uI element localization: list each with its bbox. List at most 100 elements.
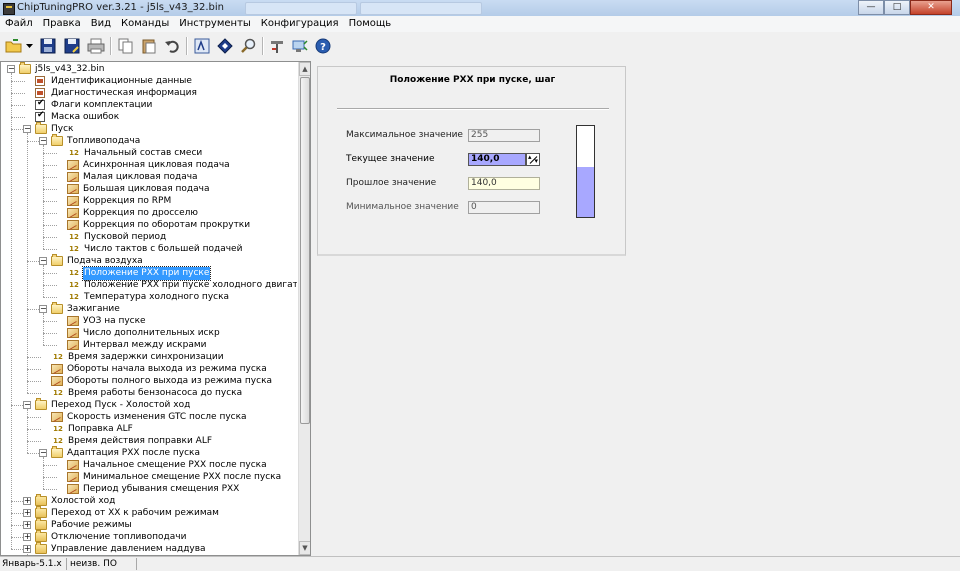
tree-item[interactable]: − Пуск (1, 122, 297, 136)
window-title: ChipTuningPRO ver.3.21 - j5ls_v43_32.bin (17, 2, 225, 13)
menu-edit[interactable]: Правка (38, 16, 86, 32)
table-map-icon (67, 208, 79, 218)
search-icon[interactable] (238, 36, 258, 56)
editor-pane: Положение РХХ при пуске, шаг Максимально… (312, 61, 960, 556)
menu-help[interactable]: Помощь (344, 16, 397, 32)
background-window-tab (360, 2, 482, 15)
table-map-icon (51, 364, 63, 374)
tree-connector (43, 465, 57, 466)
paste-icon[interactable] (139, 36, 159, 56)
tree-item[interactable]: 12 Число тактов с большей подачей (1, 244, 297, 256)
collapse-icon[interactable]: − (39, 257, 47, 265)
table-map-icon (51, 412, 63, 422)
minimize-button[interactable]: — (858, 0, 884, 15)
tree-connector (27, 393, 41, 394)
tree-item[interactable]: Скорость изменения GTC после пуска (1, 412, 297, 424)
tree-connector (43, 345, 57, 346)
tree-connector (43, 189, 57, 190)
undo-icon[interactable] (162, 36, 182, 56)
tree-connector (43, 201, 57, 202)
tree-connector (43, 153, 57, 154)
value-gauge (576, 125, 595, 218)
open-folder-icon[interactable] (4, 36, 24, 56)
tree-item[interactable]: − Зажигание (1, 302, 297, 316)
save-icon[interactable] (38, 36, 58, 56)
tree-item[interactable]: Период убывания смещения РХХ (1, 484, 297, 496)
document-icon (35, 76, 45, 86)
toolbar-separator (110, 37, 112, 55)
collapse-icon[interactable]: − (23, 401, 31, 409)
close-button[interactable]: ✕ (910, 0, 952, 15)
document-icon (35, 88, 45, 98)
numeric-value-icon: 12 (53, 437, 63, 445)
menu-view[interactable]: Вид (86, 16, 116, 32)
expand-icon[interactable]: + (23, 497, 31, 505)
spin-down-icon[interactable]: ▾ (534, 158, 538, 165)
connect-icon[interactable] (290, 36, 310, 56)
help-icon[interactable]: ? (313, 36, 333, 56)
tree-item[interactable]: 12 Температура холодного пуска (1, 292, 297, 304)
expand-icon[interactable]: + (23, 545, 31, 553)
tree-view: − j5ls_v43_32.bin Идентификационные данные… (1, 62, 297, 555)
numeric-value-icon: 12 (53, 353, 63, 361)
table-map-icon (67, 472, 79, 482)
numeric-value-icon: 12 (69, 269, 79, 277)
collapse-icon[interactable]: − (39, 305, 47, 313)
collapse-icon[interactable]: − (39, 449, 47, 457)
tree-connector (43, 333, 57, 334)
folder-icon (35, 542, 47, 554)
copy-icon[interactable] (116, 36, 136, 56)
navigate-icon[interactable] (215, 36, 235, 56)
numeric-value-icon: 12 (53, 389, 63, 397)
tree-connector (43, 297, 57, 298)
tree-connector (27, 381, 41, 382)
tree-connector (43, 213, 57, 214)
scroll-down-arrow-icon[interactable]: ▼ (299, 541, 310, 555)
menu-commands[interactable]: Команды (116, 16, 174, 32)
save-as-icon[interactable] (62, 36, 82, 56)
toolbar: ? (0, 32, 960, 60)
max-value-field: 255 (468, 129, 540, 142)
calculator-icon[interactable] (192, 36, 212, 56)
collapse-icon[interactable]: − (7, 65, 15, 73)
menu-tools[interactable]: Инструменты (174, 16, 256, 32)
value-spinner[interactable]: ▴ ▾ (526, 153, 540, 166)
dropdown-arrow-icon[interactable] (24, 36, 36, 56)
maximize-button[interactable]: □ (884, 0, 910, 15)
tree-connector (43, 285, 57, 286)
tools-icon[interactable] (267, 36, 287, 56)
tree-connector (27, 417, 41, 418)
current-value-label: Текущее значение (346, 154, 435, 164)
previous-value-field: 140,0 (468, 177, 540, 190)
numeric-value-icon: 12 (69, 293, 79, 301)
folder-open-icon (51, 302, 63, 314)
expand-icon[interactable]: + (23, 509, 31, 517)
folder-open-icon (35, 122, 47, 134)
expand-icon[interactable]: + (23, 521, 31, 529)
status-firmware: Январь-5.1.x (0, 558, 67, 570)
status-bar: Январь-5.1.x неизв. ПО (0, 556, 960, 571)
scroll-up-arrow-icon[interactable]: ▲ (299, 62, 310, 76)
collapse-icon[interactable]: − (39, 137, 47, 145)
menu-file[interactable]: Файл (0, 16, 38, 32)
tree-connector (43, 477, 57, 478)
folder-icon (35, 494, 47, 506)
tree-vertical-scrollbar[interactable]: ▲ ▼ (298, 62, 310, 555)
menu-configuration[interactable]: Конфигурация (256, 16, 344, 32)
tree-item[interactable]: Флаги комплектации (1, 98, 297, 112)
scrollbar-thumb[interactable] (300, 77, 310, 424)
collapse-icon[interactable]: − (23, 125, 31, 133)
tree-connector (11, 93, 25, 94)
tree-connector (43, 321, 57, 322)
tree-item[interactable]: + Управление давлением наддува (1, 542, 297, 555)
value-gauge-fill (577, 167, 594, 217)
tree-item[interactable]: Маска ошибок (1, 110, 297, 124)
tree-panel: − j5ls_v43_32.bin Идентификационные данные… (0, 61, 311, 556)
current-value-input[interactable]: 140,0 (468, 153, 526, 166)
spin-up-icon[interactable]: ▴ (528, 154, 532, 161)
table-map-icon (67, 172, 79, 182)
tree-connector (11, 117, 25, 118)
tree-item[interactable]: + Переход от ХХ к рабочим режимам (1, 506, 297, 520)
print-icon[interactable] (86, 36, 106, 56)
expand-icon[interactable]: + (23, 533, 31, 541)
